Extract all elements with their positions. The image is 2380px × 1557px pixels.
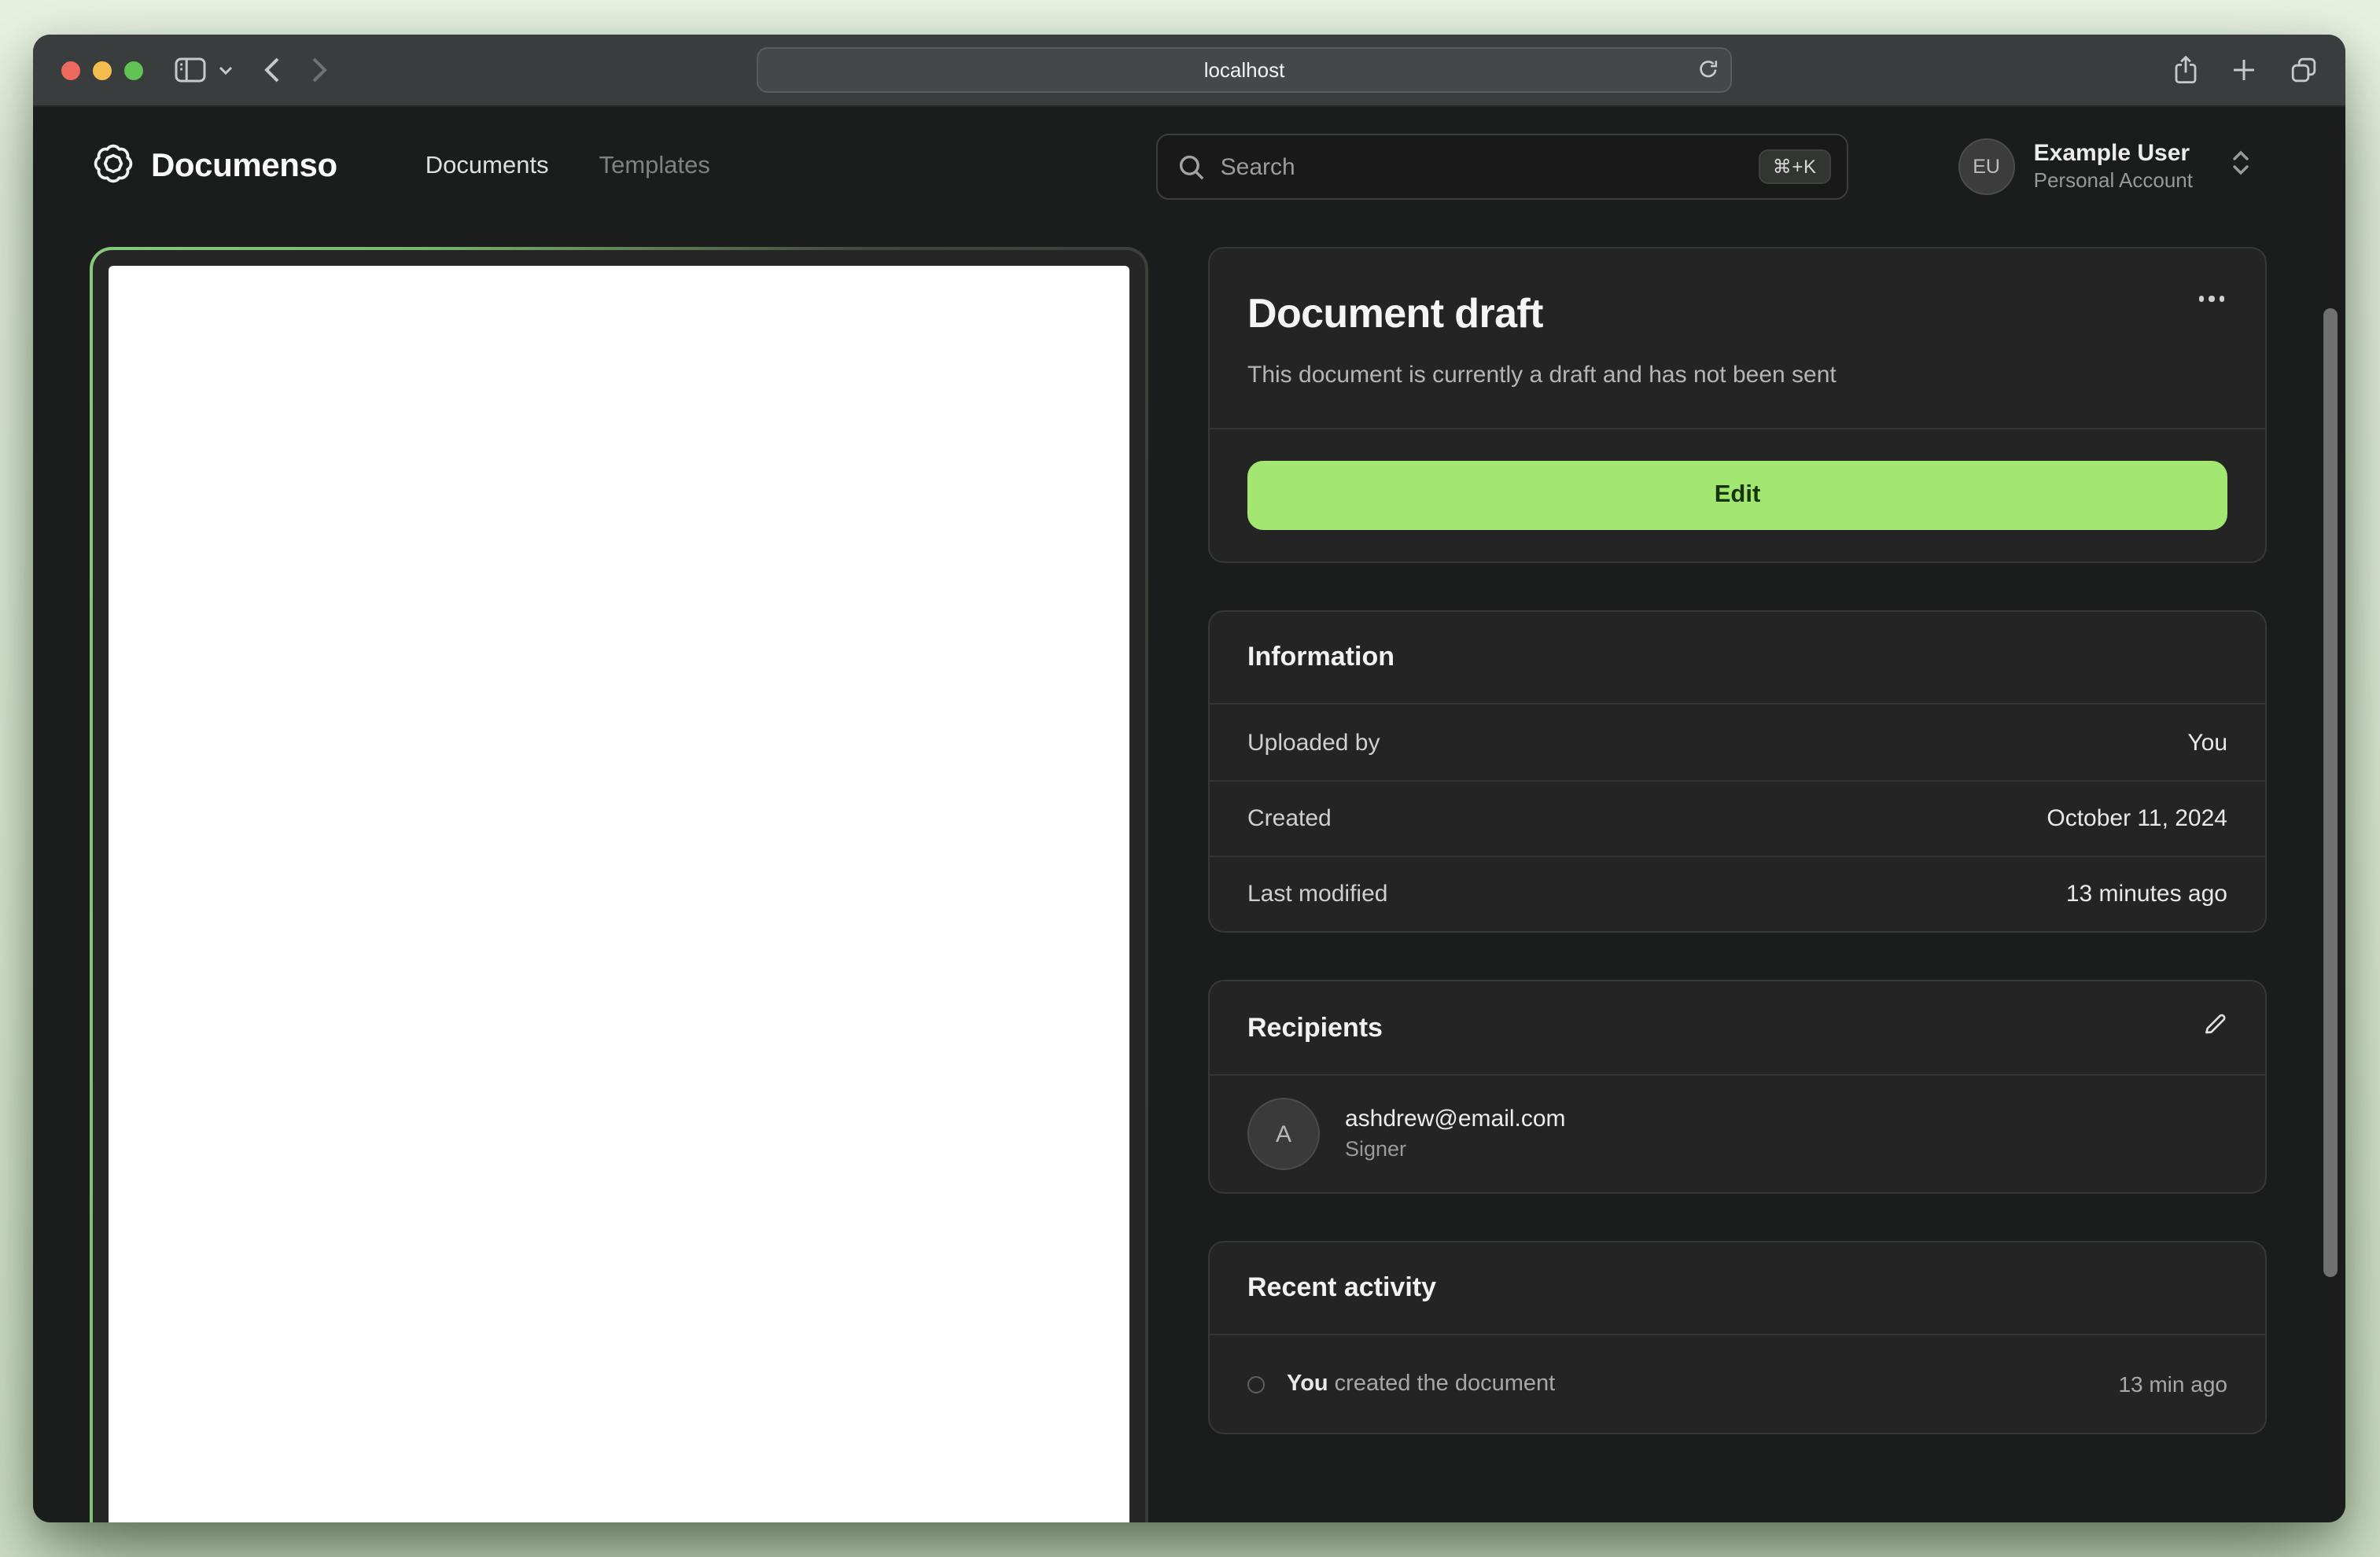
browser-toolbar: localhost	[33, 35, 2345, 107]
close-window-button[interactable]	[61, 61, 80, 79]
zoom-window-button[interactable]	[124, 61, 143, 79]
recipient-email: ashdrew@email.com	[1345, 1106, 1566, 1133]
recipients-title: Recipients	[1247, 1012, 1383, 1042]
recipient-avatar: A	[1247, 1098, 1320, 1170]
nav-documents[interactable]: Documents	[426, 153, 549, 181]
minimize-window-button[interactable]	[93, 61, 112, 79]
sidebar-toggle-icon[interactable]	[175, 57, 206, 83]
document-status-card: Document draft This document is currentl…	[1208, 247, 2267, 563]
documenso-logo-icon	[90, 139, 137, 194]
new-tab-icon[interactable]	[2232, 58, 2256, 82]
user-account-type: Personal Account	[2033, 168, 2193, 193]
document-preview-frame	[90, 247, 1148, 1522]
traffic-lights	[61, 61, 143, 79]
document-status-title: Document draft	[1247, 289, 1543, 337]
toolbar-right-buttons	[2174, 55, 2317, 85]
activity-row: You created the document 13 min ago	[1210, 1335, 2265, 1433]
forward-icon[interactable]	[311, 57, 327, 83]
app-header: Documenso Documents Templates Search ⌘+K	[33, 107, 2345, 226]
activity-actor: You	[1287, 1371, 1328, 1397]
desktop-background: localhost Documenso Documents Templates …	[0, 0, 2380, 1557]
activity-time: 13 min ago	[2118, 1371, 2227, 1397]
documenso-app: Documenso Documents Templates Search ⌘+K	[33, 107, 2345, 1522]
user-avatar: EU	[1958, 138, 2015, 195]
info-row-uploaded-by: Uploaded by You	[1247, 729, 2227, 756]
pencil-icon[interactable]	[2202, 1011, 2227, 1044]
info-row-created: Created October 11, 2024	[1210, 780, 2265, 856]
address-bar-url: localhost	[1203, 58, 1285, 82]
recipient-row: A ashdrew@email.com Signer	[1210, 1076, 2265, 1192]
info-row-last-modified: Last modified 13 minutes ago	[1210, 856, 2265, 931]
nav-templates[interactable]: Templates	[599, 153, 710, 181]
activity-action: created the document	[1328, 1371, 1556, 1397]
tab-overview-icon[interactable]	[2290, 57, 2317, 83]
document-page	[109, 266, 1129, 1522]
recent-activity-card: Recent activity You created the document…	[1208, 1241, 2267, 1434]
search-shortcut-badge: ⌘+K	[1758, 149, 1831, 184]
user-name: Example User	[2033, 139, 2190, 166]
scrollbar-thumb[interactable]	[2323, 308, 2338, 1277]
document-detail-page: Document draft This document is currentl…	[33, 226, 2345, 1522]
document-status-subtitle: This document is currently a draft and h…	[1247, 362, 1837, 388]
brand-link[interactable]: Documenso	[90, 139, 337, 194]
search-icon	[1178, 153, 1205, 180]
information-card: Information Uploaded by You Created Octo…	[1208, 610, 2267, 933]
search-placeholder: Search	[1220, 153, 1295, 180]
account-menu-button[interactable]: EU Example User Personal Account	[1958, 138, 2251, 195]
edit-button[interactable]: Edit	[1247, 461, 2227, 530]
activity-circle-icon	[1247, 1375, 1265, 1393]
search-input[interactable]: Search ⌘+K	[1155, 134, 1848, 200]
main-nav: Documents Templates	[426, 153, 710, 181]
address-bar[interactable]: localhost	[757, 47, 1732, 93]
chevrons-up-down-icon	[2231, 149, 2251, 184]
recipient-role: Signer	[1345, 1137, 1407, 1161]
document-sidebar: Document draft This document is currentl…	[1208, 247, 2267, 1434]
chevron-down-icon[interactable]	[219, 65, 233, 75]
browser-window: localhost Documenso Documents Templates …	[33, 35, 2345, 1522]
back-icon[interactable]	[264, 57, 280, 83]
share-icon[interactable]	[2174, 55, 2198, 85]
recipients-card: Recipients A ashdrew@email.com Signer	[1208, 980, 2267, 1194]
toolbar-left-buttons	[175, 57, 327, 83]
brand-name: Documenso	[151, 148, 337, 184]
recent-activity-title: Recent activity	[1247, 1272, 1436, 1302]
ellipsis-menu-icon[interactable]	[2195, 286, 2227, 311]
refresh-icon[interactable]	[1697, 59, 1719, 81]
information-title: Information	[1247, 642, 1394, 672]
